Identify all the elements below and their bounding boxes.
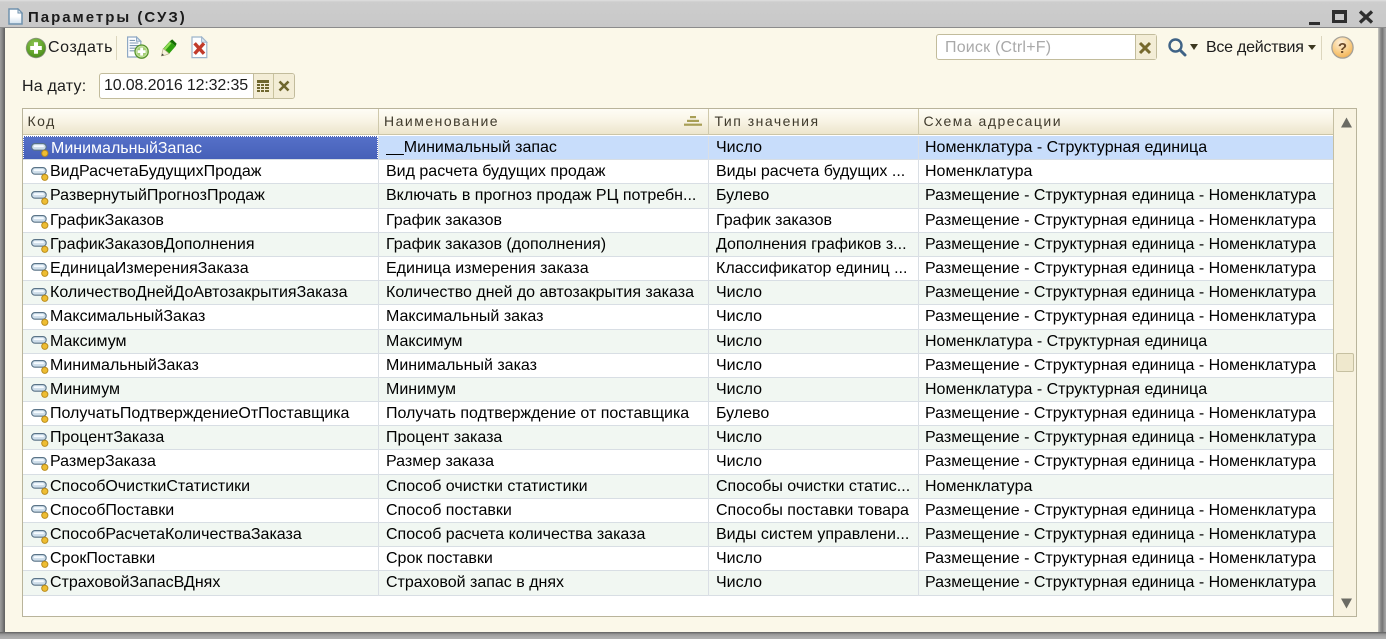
svg-text:?: ? <box>1337 40 1346 57</box>
